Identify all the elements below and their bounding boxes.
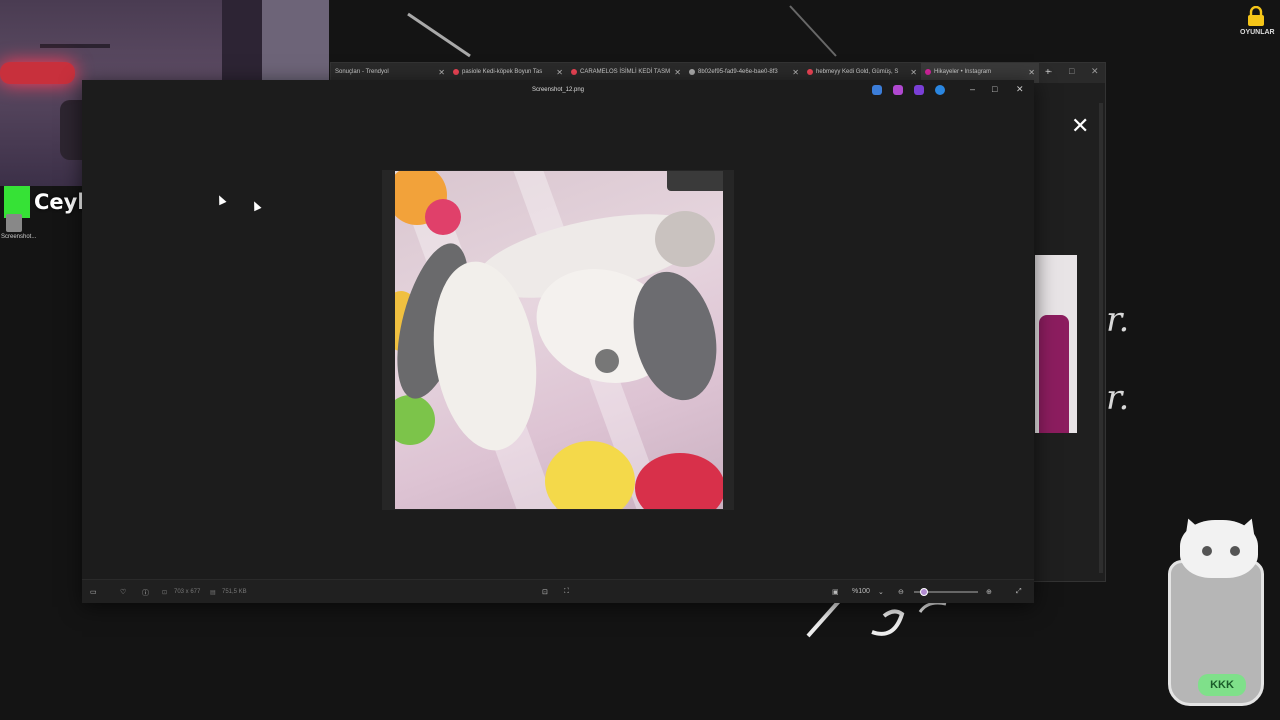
- cat-eye: [1230, 546, 1240, 556]
- tab-label: pasiole Kedi-köpek Boyun Tas: [462, 69, 543, 75]
- close-window-icon[interactable]: ✕: [1091, 66, 1099, 77]
- file-size: 751,5 KB: [222, 589, 247, 595]
- crop-icon[interactable]: ⊡: [542, 588, 548, 596]
- close-tab-icon[interactable]: ✕: [792, 68, 799, 77]
- paw: [595, 349, 619, 373]
- story-dress-image: [1039, 315, 1069, 433]
- cat-eye: [1202, 546, 1212, 556]
- viewer-toolbar: [872, 85, 945, 95]
- zoom-in-icon[interactable]: ⊕: [986, 588, 992, 596]
- tab-label: Sonuçları - Trendyol: [335, 69, 389, 75]
- favicon-icon: [453, 69, 459, 75]
- globe-icon: [689, 69, 695, 75]
- chevron-down-icon[interactable]: ⌄: [878, 588, 884, 596]
- zoom-out-icon[interactable]: ⊖: [898, 588, 904, 596]
- tab-label: Hikayeler • Instagram: [934, 69, 992, 75]
- webcam-shelf: [40, 44, 110, 48]
- close-tab-icon[interactable]: ✕: [910, 68, 917, 77]
- photo-viewer-window: Screenshot_12.png – □ ✕ ▭ ♡ ⓘ ⊡ 703 x 67…: [82, 80, 1034, 603]
- favicon-icon: [807, 69, 813, 75]
- fullscreen-icon[interactable]: ⤢: [1016, 588, 1022, 596]
- chalk-text-1: r.: [1106, 300, 1130, 340]
- edit-icon[interactable]: [872, 85, 882, 95]
- close-tab-icon[interactable]: ✕: [674, 68, 681, 77]
- maximize-icon[interactable]: □: [1069, 66, 1074, 76]
- image-canvas[interactable]: [382, 170, 734, 510]
- zoom-dropdown[interactable]: %100: [852, 588, 870, 595]
- close-stories-icon[interactable]: ✕: [1071, 113, 1089, 139]
- fit-icon[interactable]: ▣: [832, 588, 839, 596]
- cat-head: [1180, 520, 1258, 578]
- mug-letters: KKK: [1198, 674, 1246, 696]
- tab-label: 8b02ef95-fad9-4e6e-bae0-8f3: [698, 69, 778, 75]
- image-dimensions: 703 x 677: [174, 589, 201, 595]
- designer-icon[interactable]: [893, 85, 903, 95]
- blanket-edge: [667, 171, 723, 191]
- tab-label: CARAMELOS İSİMLİ KEDİ TASM: [580, 69, 671, 75]
- desktop-file-icon[interactable]: [6, 214, 22, 232]
- story-preview[interactable]: [1035, 255, 1077, 433]
- minimize-icon[interactable]: –: [1047, 66, 1052, 76]
- microphone: [0, 62, 75, 84]
- flower-pattern: [395, 395, 435, 445]
- siamese-cat-head: [655, 211, 715, 267]
- viewer-status-bar: ▭ ♡ ⓘ ⊡ 703 x 677 ▤ 751,5 KB ⊡ ⛶ ▣ %100 …: [82, 579, 1034, 603]
- tab-label: hebmeyy Kedi Gold, Gümüş, S: [816, 69, 899, 75]
- select-icon[interactable]: ⛶: [564, 588, 569, 596]
- cat-photo: [395, 171, 723, 509]
- close-tab-icon[interactable]: ✕: [438, 68, 445, 77]
- onedrive-icon[interactable]: [935, 85, 945, 95]
- size-icon: ▤: [210, 590, 216, 596]
- info-icon[interactable]: ⓘ: [142, 588, 149, 598]
- favicon-icon: [571, 69, 577, 75]
- scrollbar[interactable]: [1099, 103, 1103, 573]
- dimensions-icon: ⊡: [162, 590, 168, 596]
- instagram-icon: [925, 69, 931, 75]
- favorite-icon[interactable]: ♡: [120, 588, 126, 596]
- filmstrip-icon[interactable]: ▭: [90, 588, 97, 596]
- desktop-file-label[interactable]: Screenshot...: [1, 234, 36, 240]
- viewer-close-icon[interactable]: ✕: [1016, 84, 1024, 95]
- clipchamp-icon[interactable]: [914, 85, 924, 95]
- lock-label: OYUNLAR: [1240, 29, 1275, 36]
- viewer-minimize-icon[interactable]: –: [970, 84, 975, 94]
- zoom-slider-knob[interactable]: [919, 588, 928, 596]
- chalk-text-2: r.: [1106, 378, 1130, 418]
- lock-icon[interactable]: [1247, 6, 1265, 26]
- viewer-maximize-icon[interactable]: □: [992, 84, 997, 94]
- flower-pattern: [425, 199, 461, 235]
- close-tab-icon[interactable]: ✕: [1028, 68, 1035, 77]
- close-tab-icon[interactable]: ✕: [556, 68, 563, 77]
